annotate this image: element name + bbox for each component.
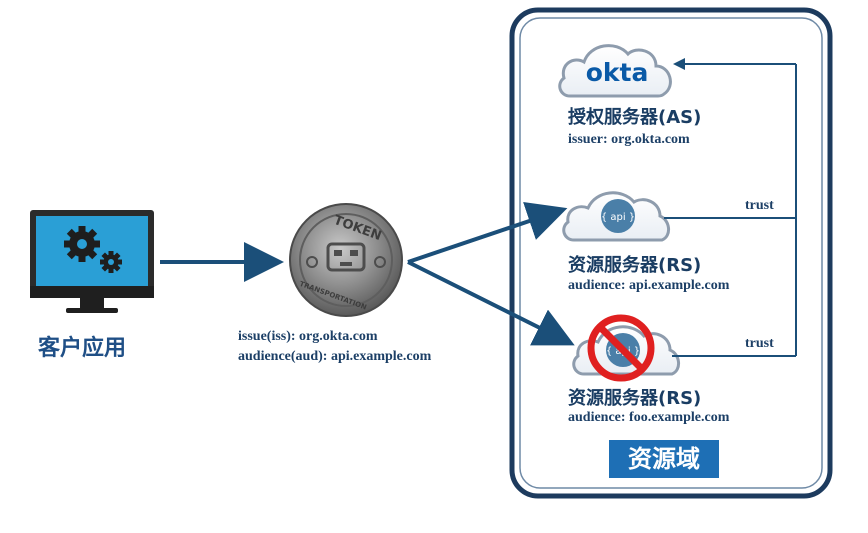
token-claims: issue(iss): org.okta.com audience(aud): … (238, 327, 431, 367)
trust-label-rs2: trust (745, 336, 774, 351)
token-claim-issuer: issue(iss): org.okta.com (238, 329, 378, 344)
diagram-canvas: TOKEN TRANSPORTATION okta { api } { api … (0, 0, 868, 533)
api-badge-text: { api } (601, 212, 635, 223)
resource-server-2-audience: audience: foo.example.com (568, 410, 730, 425)
resource-server-2-title: 资源服务器(RS) (568, 388, 702, 409)
resource-server-1-title: 资源服务器(RS) (568, 255, 702, 276)
token-claim-audience: audience(aud): api.example.com (238, 349, 432, 364)
diagram-graphics: TOKEN TRANSPORTATION okta { api } { api … (30, 7, 833, 499)
resource-server-1-audience: audience: api.example.com (568, 278, 730, 293)
auth-server-title: 授权服务器(AS) (568, 107, 702, 128)
auth-server-issuer: issuer: org.okta.com (568, 132, 690, 147)
monitor-gears-icon (30, 210, 154, 313)
trust-label-rs1: trust (745, 198, 774, 213)
resource-domain-badge: 资源域 (609, 440, 719, 478)
okta-logo-text: okta (586, 58, 649, 87)
token-coin-icon: TOKEN TRANSPORTATION (289, 203, 403, 317)
client-app-label: 客户应用 (38, 336, 127, 361)
